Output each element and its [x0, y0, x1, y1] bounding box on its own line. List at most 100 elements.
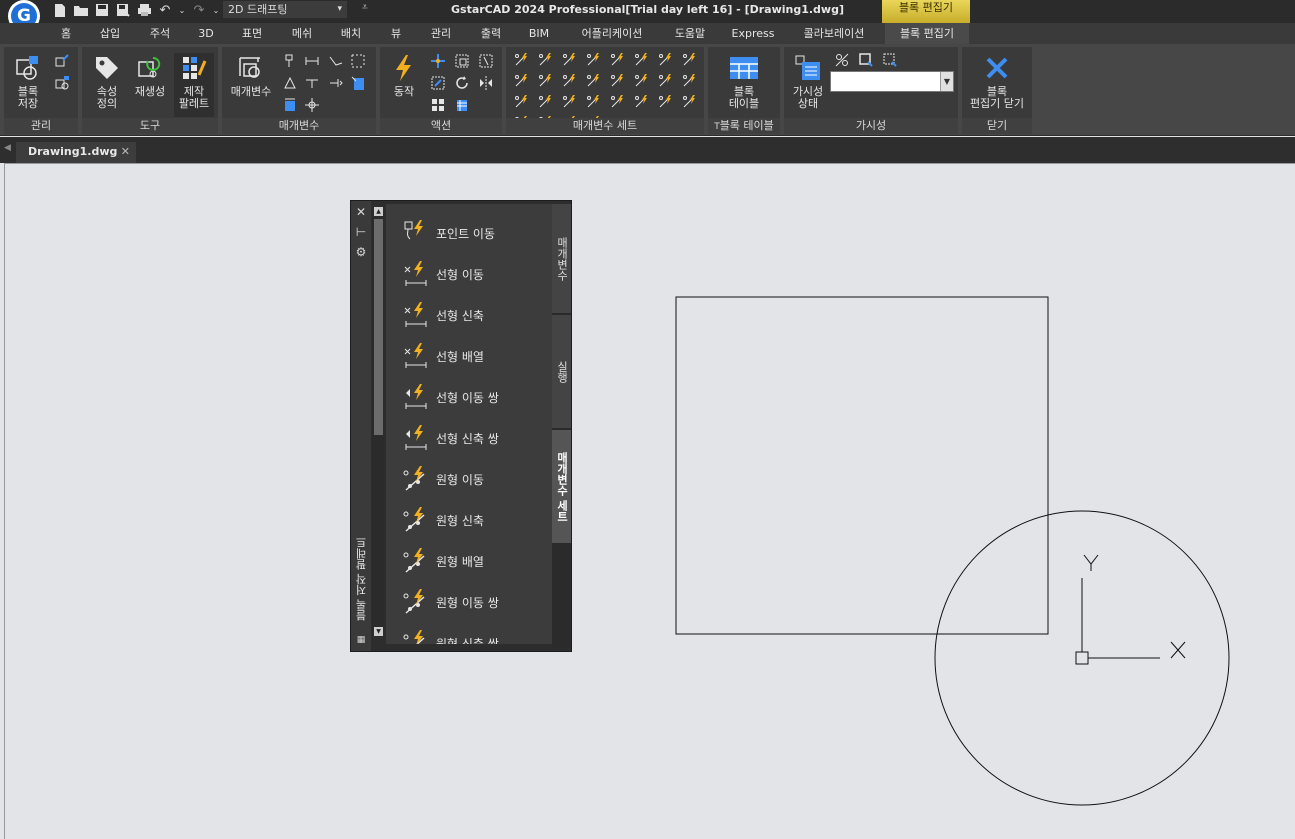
parameter-set-icon[interactable] [658, 73, 674, 89]
tab-express[interactable]: Express [728, 23, 778, 44]
parameter-set-icon[interactable] [682, 73, 698, 89]
palette-scrollbar[interactable]: ▲ ▼ [372, 207, 385, 637]
palette-tool-item[interactable]: 원형 배열 [386, 541, 552, 581]
polar-stretch-action-icon[interactable] [430, 75, 446, 91]
palette-tool-item[interactable]: 원형 신축 쌍 [386, 623, 552, 644]
block-save-button[interactable]: 블록 저장 [10, 53, 46, 110]
tab-insert[interactable]: 삽입 [94, 23, 126, 44]
parameter-set-icon[interactable] [634, 73, 650, 89]
parameter-set-icon[interactable] [538, 94, 554, 110]
tab-scroll-left-icon[interactable]: ◀ [4, 143, 11, 153]
tab-manage[interactable]: 관리 [425, 23, 457, 44]
parameter-button[interactable]: 매개변수 [226, 53, 276, 98]
parameter-set-icon[interactable] [538, 73, 554, 89]
visibility-parameter-icon[interactable] [350, 75, 366, 91]
auto-hide-icon[interactable]: ⊢ [354, 225, 368, 239]
parameter-set-icon[interactable] [610, 94, 626, 110]
polar-parameter-icon[interactable] [328, 53, 344, 69]
palette-tool-item[interactable]: 원형 이동 쌍 [386, 582, 552, 622]
rotation-parameter-icon[interactable] [282, 75, 298, 91]
scale-action-icon[interactable] [454, 53, 470, 69]
action-button[interactable]: 동작 [386, 53, 422, 98]
attribute-definition-button[interactable]: 속성 정의 [90, 53, 124, 110]
parameter-set-icon[interactable] [562, 94, 578, 110]
parameter-set-icon[interactable] [514, 94, 530, 110]
palette-tool-item[interactable]: 원형 이동 [386, 459, 552, 499]
document-tab[interactable]: Drawing1.dwg ✕ [16, 142, 136, 163]
tab-annotate[interactable]: 주석 [144, 23, 176, 44]
close-icon[interactable]: ✕ [354, 205, 368, 219]
parameter-set-icon[interactable] [514, 73, 530, 89]
palette-tool-item[interactable]: 포인트 이동 [386, 213, 552, 253]
parameter-set-icon[interactable] [538, 52, 554, 68]
palette-grid-icon[interactable]: ▦ [354, 633, 368, 647]
parameter-set-icon[interactable] [658, 94, 674, 110]
tab-bim[interactable]: BIM [524, 23, 554, 44]
flip-parameter-icon[interactable] [328, 75, 344, 91]
tab-help[interactable]: 도움말 [669, 23, 711, 44]
regen-button[interactable]: 재생성 [130, 53, 170, 98]
palette-tool-item[interactable]: 선형 신축 쌍 [386, 418, 552, 458]
rotate-action-icon[interactable] [454, 75, 470, 91]
tab-layout[interactable]: 배치 [335, 23, 367, 44]
parameter-set-icon[interactable] [586, 52, 602, 68]
palette-titlebar[interactable]: ✕ ⊢ ⚙ 블록 저작 팔레트 ▦ [351, 201, 371, 651]
make-invisible-icon[interactable] [882, 52, 898, 68]
palette-tool-item[interactable]: 선형 이동 쌍 [386, 377, 552, 417]
tab-home[interactable]: 홈 [55, 23, 77, 44]
visibility-states-button[interactable]: 가시성 상태 [788, 53, 828, 110]
array-action-icon[interactable] [430, 97, 446, 113]
flip-action-icon[interactable] [478, 75, 494, 91]
parameter-set-icon[interactable] [634, 52, 650, 68]
parameter-set-icon[interactable] [634, 94, 650, 110]
parameter-set-icon[interactable] [610, 73, 626, 89]
palette-tab-parameter-sets[interactable]: 매개변수 세트 [552, 430, 571, 544]
rectangle-entity[interactable] [675, 296, 1049, 635]
parameter-set-icon[interactable] [682, 52, 698, 68]
palette-tab-actions[interactable]: 실행 [552, 315, 571, 429]
lookup-action-icon[interactable] [454, 97, 470, 113]
parameter-set-icon[interactable] [562, 73, 578, 89]
close-tab-icon[interactable]: ✕ [121, 142, 130, 162]
palette-tab-parameters[interactable]: 매개변수 [552, 204, 571, 314]
tab-application[interactable]: 어플리케이션 [572, 23, 652, 44]
close-block-editor-button[interactable]: 블록 편집기 닫기 [965, 53, 1029, 110]
tab-surface[interactable]: 표면 [236, 23, 268, 44]
scroll-up-icon[interactable]: ▲ [374, 207, 383, 216]
palette-tool-item[interactable]: 원형 신축 [386, 500, 552, 540]
tab-block-editor[interactable]: 블록 편집기 [885, 23, 969, 44]
parameter-set-icon[interactable] [610, 52, 626, 68]
parameter-set-icon[interactable] [586, 73, 602, 89]
parameter-set-icon[interactable] [562, 52, 578, 68]
stretch-action-icon[interactable] [478, 53, 494, 69]
linear-parameter-icon[interactable] [304, 53, 320, 69]
tab-3d[interactable]: 3D [193, 23, 219, 44]
visibility-state-select[interactable]: ▼ [830, 71, 954, 92]
tab-collaboration[interactable]: 콜라보레이션 [795, 23, 873, 44]
parameter-set-icon[interactable] [586, 94, 602, 110]
move-action-icon[interactable] [430, 53, 446, 69]
alignment-parameter-icon[interactable] [304, 75, 320, 91]
scroll-thumb[interactable] [374, 219, 383, 435]
lookup-parameter-icon[interactable] [282, 97, 298, 113]
drawing-canvas[interactable] [4, 163, 1295, 839]
scroll-down-icon[interactable]: ▼ [374, 627, 383, 636]
basepoint-parameter-icon[interactable] [304, 97, 320, 113]
xy-parameter-icon[interactable] [350, 53, 366, 69]
palette-tool-item[interactable]: 선형 신축 [386, 295, 552, 335]
gear-icon[interactable]: ⚙ [354, 245, 368, 259]
palette-tool-item[interactable]: 선형 이동 [386, 254, 552, 294]
block-table-button[interactable]: 블록 테이블 [722, 53, 766, 110]
tab-view[interactable]: 뷰 [385, 23, 407, 44]
block-saveas-icon[interactable] [54, 75, 70, 91]
tab-mesh[interactable]: 메쉬 [286, 23, 318, 44]
authoring-palette-button[interactable]: 제작 팔레트 [174, 53, 214, 117]
parameter-set-icon[interactable] [658, 52, 674, 68]
point-parameter-icon[interactable] [282, 53, 298, 69]
tab-output[interactable]: 출력 [475, 23, 507, 44]
make-visible-icon[interactable] [858, 52, 874, 68]
visibility-mode-icon[interactable] [834, 52, 850, 68]
parameter-set-icon[interactable] [682, 94, 698, 110]
palette-tool-item[interactable]: 선형 배열 [386, 336, 552, 376]
block-edit-icon[interactable] [54, 53, 70, 69]
